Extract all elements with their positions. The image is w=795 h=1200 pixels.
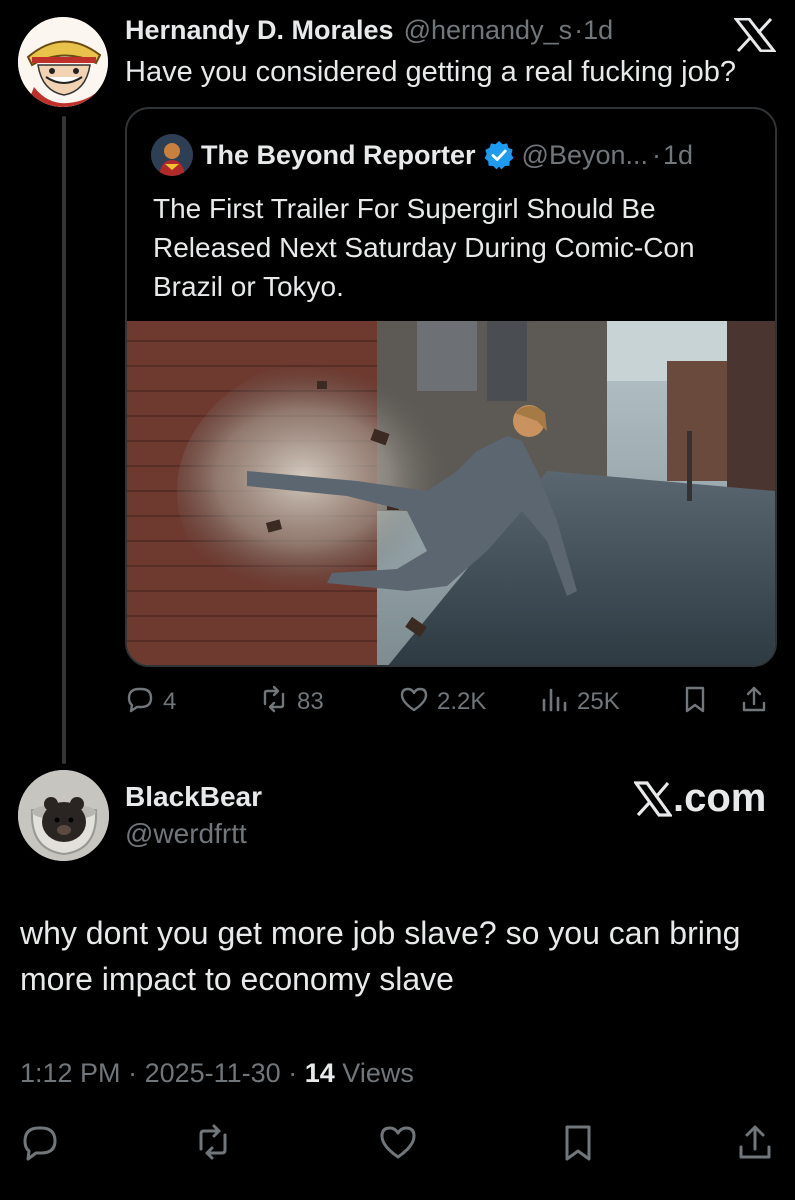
reply-icon [125,684,155,721]
repost-button[interactable] [193,1122,233,1162]
reply-author-name[interactable]: BlackBear [125,781,262,813]
reply-author-avatar[interactable] [18,770,109,861]
screen: Hernandy D. Morales @hernandy_s · 1d Hav… [0,0,795,1200]
reply-meta: 1:12 PM · 2025-11-30 · 14 Views [20,1058,414,1089]
separator-dot: · [574,15,584,45]
quoted-tweet-time[interactable]: 1d [663,140,693,171]
quoted-tweet-image[interactable] [127,321,775,665]
tweet-action-bar: 4 83 2.2K 25K [125,682,775,722]
x-logo-icon [632,780,674,817]
bookmark-icon [558,1125,598,1166]
x-com-watermark: .com [632,776,767,821]
repost-icon [259,684,289,721]
bookmark-icon [680,684,710,721]
separator-dot: · [128,1058,138,1088]
author-handle[interactable]: @hernandy_s [404,15,573,46]
quoted-author-name[interactable]: The Beyond Reporter [201,140,476,171]
reply-button[interactable]: 4 [125,682,176,722]
views-icon [539,684,569,721]
bookmark-button[interactable] [558,1122,598,1162]
author-avatar[interactable] [18,17,108,107]
quoted-tweet-card[interactable]: The Beyond Reporter @Beyon... · 1d The F… [125,107,777,667]
repost-count: 83 [297,688,324,715]
thread-line [62,116,66,764]
separator-dot: · [288,1058,298,1088]
views-count: 25K [577,688,620,715]
share-button[interactable] [739,682,769,722]
verified-badge-icon [484,140,514,170]
share-icon [739,684,769,721]
share-button[interactable] [735,1122,775,1162]
bookmark-button[interactable] [680,682,710,722]
reply-time[interactable]: 1:12 PM [20,1058,121,1088]
reply-action-bar [0,1122,795,1168]
separator-dot: · [652,139,662,170]
like-button[interactable]: 2.2K [399,682,486,722]
like-count: 2.2K [437,688,487,715]
share-icon [735,1125,775,1166]
reply-icon [20,1126,60,1166]
like-icon [378,1126,418,1166]
x-logo-icon [732,17,778,53]
quoted-author-avatar[interactable] [151,134,193,176]
quoted-tweet-header: The Beyond Reporter @Beyon... · 1d [151,134,693,176]
repost-icon [193,1124,233,1166]
quoted-tweet-text: The First Trailer For Supergirl Should B… [153,193,695,302]
author-name[interactable]: Hernandy D. Morales [125,15,394,46]
reply-author-handle[interactable]: @werdfrtt [125,818,247,850]
like-button[interactable] [378,1122,418,1162]
tweet-header: Hernandy D. Morales @hernandy_s · 1d [125,15,613,51]
tweet-text: Have you considered getting a real fucki… [125,56,736,88]
tweet-time[interactable]: 1d [583,15,613,46]
reply-text: why dont you get more job slave? so you … [20,915,741,997]
views-button[interactable]: 25K [539,682,620,722]
reply-date[interactable]: 2025-11-30 [145,1058,281,1088]
reply-count: 4 [163,688,177,715]
reply-views-label: Views [342,1058,414,1088]
reply-views-count: 14 [304,1058,335,1088]
watermark-text: .com [673,776,767,820]
reply-button[interactable] [20,1122,60,1162]
like-icon [399,684,429,721]
quoted-author-handle[interactable]: @Beyon... [522,140,648,171]
repost-button[interactable]: 83 [259,682,324,722]
